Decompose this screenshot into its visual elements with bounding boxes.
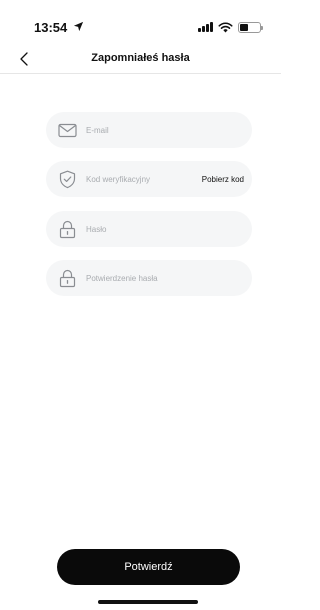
password-placeholder: Hasło [86, 224, 107, 234]
nav-bar: Zapomniałeś hasła [0, 44, 281, 74]
status-icons [198, 21, 263, 33]
email-placeholder: E-mail [86, 125, 109, 135]
status-time: 13:54 [34, 20, 68, 35]
home-indicator [98, 600, 198, 604]
page-title: Zapomniałeś hasła [91, 52, 190, 64]
status-bar: 13:54 [0, 0, 281, 44]
get-code-button[interactable]: Pobierz kod [202, 175, 244, 184]
lock-icon [57, 219, 77, 239]
location-arrow-icon [73, 21, 84, 32]
wifi-icon [218, 21, 233, 33]
lock-icon [57, 268, 77, 288]
password-confirm-field[interactable]: Potwierdzenie hasła [46, 260, 252, 296]
confirm-button[interactable]: Potwierdź [57, 549, 240, 585]
cellular-signal-icon [198, 22, 213, 32]
shield-check-icon [57, 169, 77, 189]
password-confirm-placeholder: Potwierdzenie hasła [86, 273, 158, 283]
battery-icon [238, 21, 263, 33]
password-field[interactable]: Hasło [46, 211, 252, 247]
envelope-icon [57, 120, 77, 140]
verification-code-placeholder: Kod weryfikacyjny [86, 174, 151, 184]
email-field[interactable]: E-mail [46, 112, 252, 148]
verification-code-field[interactable]: Kod weryfikacyjny Pobierz kod [46, 161, 252, 197]
